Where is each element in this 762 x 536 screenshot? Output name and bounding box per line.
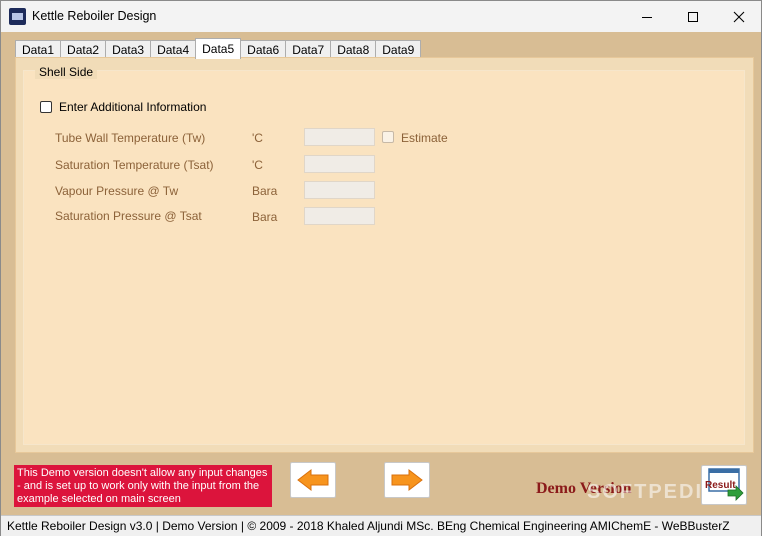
group-title: Shell Side <box>35 65 98 79</box>
tube-wall-temp-label: Tube Wall Temperature (Tw) <box>55 131 206 145</box>
vapour-pressure-unit: Bara <box>252 184 278 198</box>
tab-strip: Data1 Data2 Data3 Data4 Data5 Data6 Data… <box>15 38 422 59</box>
shell-side-group: Shell Side Enter Additional Information … <box>23 65 745 445</box>
saturation-pressure-unit: Bara <box>252 210 278 224</box>
minimize-icon <box>642 16 652 18</box>
close-button[interactable] <box>716 1 762 32</box>
saturation-pressure-field[interactable] <box>304 207 375 225</box>
close-icon <box>733 11 745 22</box>
additional-info-label: Enter Additional Information <box>59 100 207 114</box>
estimate-checkbox[interactable] <box>382 131 394 143</box>
saturation-pressure-label: Saturation Pressure @ Tsat <box>55 209 202 223</box>
result-label: Result <box>705 480 736 491</box>
previous-button[interactable] <box>290 462 336 498</box>
status-text: Kettle Reboiler Design v3.0 | Demo Versi… <box>7 519 730 533</box>
additional-info-checkbox[interactable] <box>40 101 52 113</box>
demo-warning: This Demo version doesn't allow any inpu… <box>14 465 272 507</box>
next-button[interactable] <box>384 462 430 498</box>
result-button[interactable]: Result <box>701 465 747 505</box>
tube-wall-temp-unit: 'C <box>252 131 263 145</box>
tab-page: Shell Side Enter Additional Information … <box>15 57 754 453</box>
app-icon <box>9 8 26 25</box>
saturation-temp-label: Saturation Temperature (Tsat) <box>55 158 214 172</box>
app-window: Kettle Reboiler Design Data1 Data2 Data3… <box>0 0 762 536</box>
tab-data5[interactable]: Data5 <box>195 38 242 59</box>
arrow-left-icon <box>297 468 329 492</box>
maximize-icon <box>688 11 698 22</box>
title-bar: Kettle Reboiler Design <box>1 1 761 32</box>
saturation-temp-field[interactable] <box>304 155 375 173</box>
window-title: Kettle Reboiler Design <box>32 9 157 23</box>
estimate-label: Estimate <box>401 131 448 145</box>
tube-wall-temp-field[interactable] <box>304 128 375 146</box>
status-bar: Kettle Reboiler Design v3.0 | Demo Versi… <box>1 515 761 536</box>
minimize-button[interactable] <box>624 1 670 32</box>
maximize-button[interactable] <box>670 1 716 32</box>
saturation-temp-unit: 'C <box>252 158 263 172</box>
arrow-right-icon <box>391 468 423 492</box>
vapour-pressure-label: Vapour Pressure @ Tw <box>55 184 179 198</box>
softpedia-watermark: SOFTPEDIA <box>587 481 720 503</box>
vapour-pressure-field[interactable] <box>304 181 375 199</box>
